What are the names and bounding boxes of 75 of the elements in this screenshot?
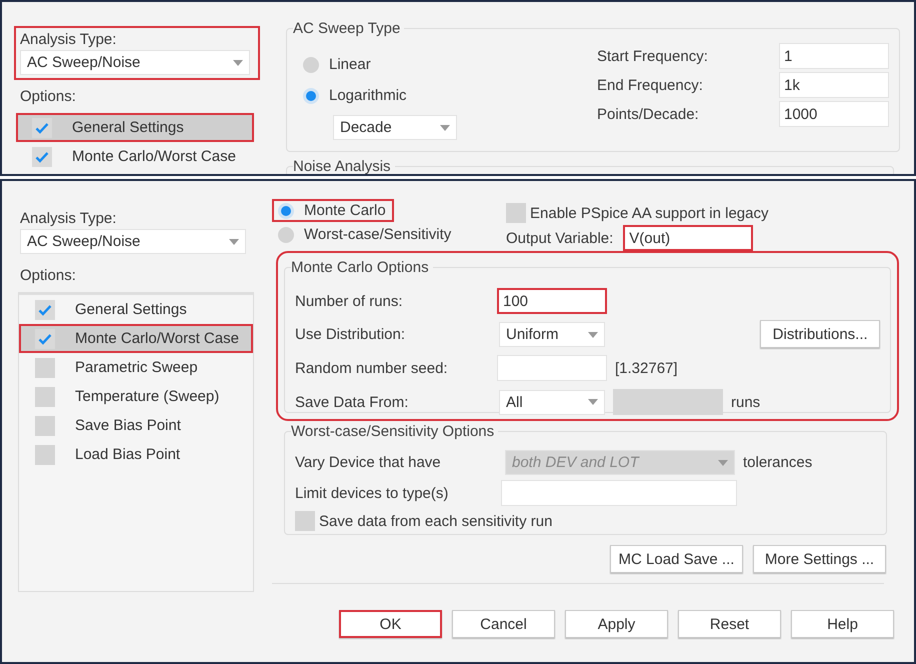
options-label: Options: bbox=[19, 267, 77, 284]
text-field[interactable]: 100 bbox=[497, 288, 607, 314]
dialog-button[interactable]: OK bbox=[339, 610, 442, 638]
field-label: Save Data From: bbox=[295, 394, 410, 410]
option-item[interactable]: Temperature (Sweep) bbox=[19, 382, 253, 411]
checkbox[interactable] bbox=[35, 386, 55, 406]
checkbox[interactable] bbox=[35, 416, 55, 436]
runs-label: runs bbox=[731, 394, 760, 410]
field-label: End Frequency: bbox=[597, 76, 704, 94]
dropdown[interactable]: AC Sweep/Noise bbox=[20, 229, 246, 254]
checkbox-checked-icon[interactable] bbox=[32, 118, 52, 138]
field-label: Vary Device that have bbox=[295, 454, 442, 471]
dropdown[interactable]: All bbox=[499, 390, 605, 414]
dropdown[interactable]: Decade bbox=[333, 115, 457, 140]
text-field[interactable]: V(out) bbox=[623, 225, 754, 251]
option-item[interactable]: Load Bias Point bbox=[19, 440, 253, 469]
radio-option[interactable]: Worst-case/Sensitivity bbox=[272, 223, 460, 246]
text-field[interactable]: 1 bbox=[779, 43, 889, 69]
dialog-button[interactable]: Apply bbox=[565, 610, 668, 638]
text-field[interactable] bbox=[501, 480, 737, 506]
radio-option[interactable]: Monte Carlo bbox=[272, 199, 394, 222]
group-title: Worst-case/Sensitivity Options bbox=[291, 423, 496, 440]
field-label: Analysis Type: bbox=[20, 31, 118, 48]
checkbox[interactable] bbox=[295, 511, 315, 531]
dropdown[interactable]: AC Sweep/Noise bbox=[20, 50, 250, 75]
option-item[interactable]: General Settings bbox=[16, 113, 254, 142]
option-item[interactable]: Monte Carlo/Worst Case bbox=[16, 142, 254, 171]
options-label: Options: bbox=[19, 88, 77, 105]
text-field[interactable]: 1k bbox=[779, 72, 889, 98]
radio-icon[interactable] bbox=[303, 88, 319, 104]
field-label: Use Distribution: bbox=[295, 326, 406, 343]
dialog-button[interactable]: Cancel bbox=[452, 610, 555, 638]
radio-icon[interactable] bbox=[278, 226, 294, 242]
group-title: AC Sweep Type bbox=[293, 20, 402, 37]
radio-icon[interactable] bbox=[278, 202, 294, 218]
field-label: Analysis Type: bbox=[20, 210, 118, 227]
caret-icon bbox=[588, 399, 598, 405]
caret-icon bbox=[440, 124, 450, 130]
distributions-button[interactable]: Distributions... bbox=[760, 320, 880, 348]
dialog-button[interactable]: Reset bbox=[678, 610, 781, 638]
field-label: Random number seed: bbox=[295, 360, 449, 376]
settings-button[interactable]: More Settings ... bbox=[753, 545, 886, 573]
caret-icon bbox=[233, 60, 243, 66]
checkbox[interactable] bbox=[506, 203, 526, 223]
tolerances-label: tolerances bbox=[743, 454, 812, 471]
field-label: Start Frequency: bbox=[597, 48, 709, 64]
checkbox[interactable] bbox=[35, 358, 55, 378]
checkbox-checked-icon[interactable] bbox=[35, 328, 55, 348]
seed-hint: [1.32767] bbox=[615, 360, 678, 376]
group-title: Monte Carlo Options bbox=[291, 259, 430, 276]
option-item[interactable]: Monte Carlo/Worst Case bbox=[19, 324, 253, 353]
text-field[interactable] bbox=[497, 355, 607, 381]
caret-icon bbox=[588, 332, 598, 338]
radio-option[interactable]: Linear bbox=[297, 53, 379, 76]
radio-icon[interactable] bbox=[303, 56, 319, 72]
checkbox-label: Enable PSpice AA support in legacy bbox=[530, 204, 768, 222]
checkbox-label: Save data from each sensitivity run bbox=[319, 512, 552, 530]
text-field[interactable]: 1000 bbox=[779, 101, 889, 127]
radio-option[interactable]: Logarithmic bbox=[297, 84, 415, 107]
checkbox-checked-icon[interactable] bbox=[32, 146, 52, 166]
field-label: Limit devices to type(s) bbox=[295, 484, 450, 502]
field-label: Number of runs: bbox=[295, 292, 404, 310]
checkbox-checked-icon[interactable] bbox=[35, 300, 55, 320]
field-label: Points/Decade: bbox=[597, 106, 700, 122]
dropdown[interactable]: Uniform bbox=[499, 322, 605, 347]
option-item[interactable]: Parametric Sweep bbox=[19, 353, 253, 382]
option-item[interactable]: General Settings bbox=[19, 295, 253, 324]
field-label: Output Variable: bbox=[506, 230, 614, 246]
caret-icon bbox=[718, 460, 728, 466]
caret-icon bbox=[229, 238, 239, 244]
dialog-button[interactable]: Help bbox=[791, 610, 894, 638]
checkbox[interactable] bbox=[35, 444, 55, 464]
settings-button[interactable]: MC Load Save ... bbox=[610, 545, 743, 573]
group-title: Noise Analysis bbox=[293, 158, 392, 174]
option-item[interactable]: Save Bias Point bbox=[19, 411, 253, 440]
